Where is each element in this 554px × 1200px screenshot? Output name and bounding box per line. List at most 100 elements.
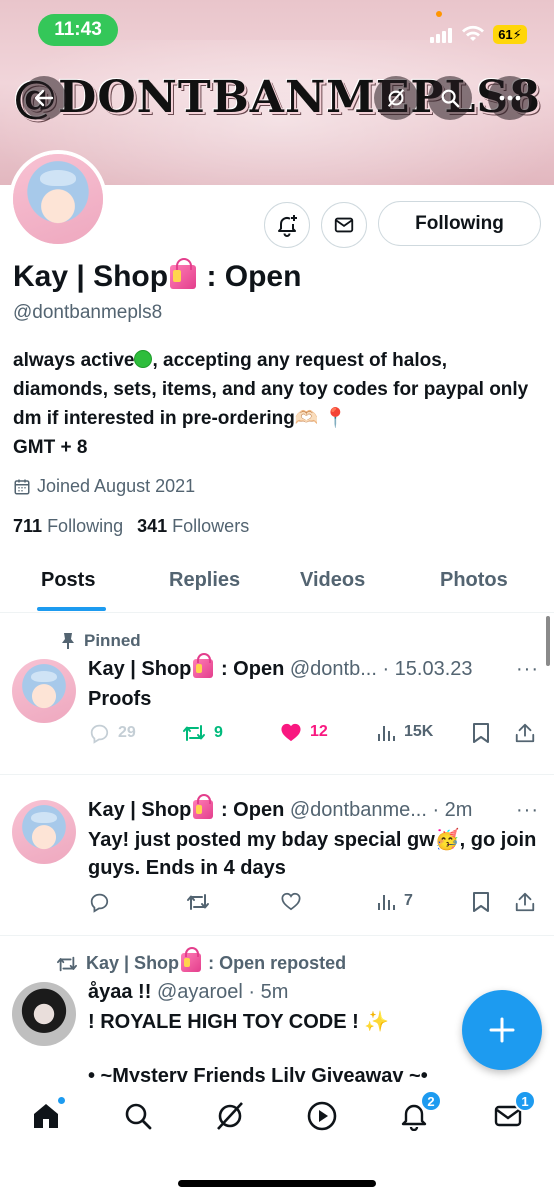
post-more-button[interactable]: ··· (516, 658, 539, 681)
pin-icon (62, 633, 74, 649)
post-avatar[interactable] (12, 659, 76, 723)
profile-display-name: Kay | Shop : Open (13, 258, 302, 293)
repost-icon (187, 894, 209, 910)
messages-badge: 1 (514, 1090, 536, 1112)
post-text: Proofs (88, 688, 152, 710)
arrow-left-icon (34, 89, 54, 107)
compose-button[interactable] (462, 990, 542, 1070)
home-indicator (178, 1180, 376, 1187)
bookmark-button[interactable] (472, 891, 490, 913)
grok-icon (387, 89, 405, 107)
tab-posts[interactable]: Posts (41, 569, 95, 592)
search-button[interactable] (428, 76, 472, 120)
post-actions: 29 9 12 15K (88, 722, 538, 748)
post-item[interactable]: Pinned Kay | Shop : Open @dontb... · 15.… (0, 614, 554, 775)
views-chart-icon (378, 726, 395, 741)
post-avatar[interactable] (12, 800, 76, 864)
repost-label: Kay | Shop : Open reposted (56, 947, 346, 974)
post-author-name[interactable]: åyaa !! (88, 981, 151, 1003)
profile-tabs: Posts Replies Videos Photos (0, 558, 554, 613)
back-button[interactable] (22, 76, 66, 120)
profile-handle: @dontbanmepls8 (13, 302, 163, 323)
shopping-bags-icon (181, 947, 202, 972)
shopping-bags-icon (193, 653, 214, 678)
pinned-label: Pinned (60, 631, 141, 651)
more-options-button[interactable] (488, 76, 532, 120)
repost-button[interactable] (186, 891, 218, 913)
reply-button[interactable]: 29 (88, 722, 136, 744)
post-header: åyaa !! @ayaroel · 5m (88, 981, 288, 1004)
wifi-icon (462, 25, 484, 41)
message-button[interactable] (321, 202, 367, 248)
profile-avatar[interactable] (9, 150, 107, 248)
post-handle-time: @dontbanme... · 2m (289, 799, 473, 821)
post-item[interactable]: Kay | Shop : Open @dontbanme... · 2m ···… (0, 776, 554, 936)
following-button[interactable]: Following (378, 201, 541, 246)
nav-home[interactable] (28, 1096, 66, 1134)
share-button[interactable] (514, 891, 536, 913)
like-button[interactable] (280, 891, 310, 911)
tab-photos[interactable]: Photos (440, 569, 508, 592)
repost-icon (183, 725, 205, 741)
share-icon (515, 892, 535, 912)
profile-bio: always active, accepting any request of … (13, 350, 529, 458)
share-icon (515, 723, 535, 743)
post-header: Kay | Shop : Open @dontb... · 15.03.23 (88, 653, 473, 681)
reply-icon (90, 724, 109, 744)
bookmark-icon (473, 892, 489, 912)
post-handle-time: @dontb... · 15.03.23 (289, 658, 473, 680)
post-actions: 7 (88, 891, 538, 917)
play-circle-icon (307, 1101, 337, 1131)
reply-icon (90, 893, 109, 913)
profile-joined-date: Joined August 2021 (13, 476, 195, 497)
post-header: Kay | Shop : Open @dontbanme... · 2m (88, 794, 473, 822)
reply-button[interactable] (88, 891, 118, 913)
heart-outline-icon (281, 892, 301, 911)
avatar-image (12, 800, 76, 864)
notify-button[interactable] (264, 202, 310, 248)
shopping-bags-icon (170, 258, 197, 289)
avatar-image (12, 659, 76, 723)
privacy-dot-icon (436, 11, 442, 17)
status-bar: 11:43 61 ⚡ (0, 0, 554, 62)
active-tab-indicator (37, 607, 106, 611)
unread-dot (57, 1096, 66, 1105)
tab-replies[interactable]: Replies (169, 569, 240, 592)
tab-videos[interactable]: Videos (300, 569, 365, 592)
shopping-bags-icon (193, 794, 214, 819)
mail-icon (334, 217, 354, 233)
nav-notifications[interactable]: 2 (396, 1090, 442, 1134)
following-link[interactable]: 711 Following (13, 516, 123, 537)
post-author-name[interactable]: Kay | Shop : Open (88, 794, 284, 821)
status-time: 11:43 (38, 14, 118, 46)
more-horizontal-icon (499, 95, 521, 101)
nav-search[interactable] (120, 1098, 156, 1134)
nav-video[interactable] (304, 1098, 340, 1134)
nav-grok[interactable] (212, 1098, 248, 1134)
followers-link[interactable]: 341 Followers (137, 516, 249, 537)
battery-indicator: 61 ⚡ (493, 25, 527, 44)
home-icon (34, 1104, 58, 1128)
share-button[interactable] (514, 722, 536, 744)
views-button[interactable]: 7 (376, 891, 413, 911)
green-circle-icon (134, 350, 153, 368)
bookmark-button[interactable] (472, 722, 490, 744)
nav-messages[interactable]: 1 (490, 1090, 536, 1134)
repost-button[interactable]: 9 (182, 722, 223, 744)
post-avatar[interactable] (12, 982, 76, 1046)
post-author-name[interactable]: Kay | Shop : Open (88, 653, 284, 680)
post-text: Yay! just posted my bday special gw🥳, go… (88, 829, 537, 879)
avatar-image (13, 154, 103, 244)
post-more-button[interactable]: ··· (516, 799, 539, 822)
like-button[interactable]: 12 (280, 722, 328, 742)
views-button[interactable]: 15K (376, 722, 433, 742)
search-icon (441, 89, 460, 108)
grok-button[interactable] (374, 76, 418, 120)
calendar-icon (14, 479, 30, 494)
bell-plus-icon (278, 215, 297, 237)
bookmark-icon (473, 723, 489, 743)
profile-stats: 711 Following 341 Followers (13, 516, 249, 537)
notifications-badge: 2 (420, 1090, 442, 1112)
search-icon (125, 1103, 152, 1130)
post-handle-time: @ayaroel · 5m (156, 981, 289, 1003)
